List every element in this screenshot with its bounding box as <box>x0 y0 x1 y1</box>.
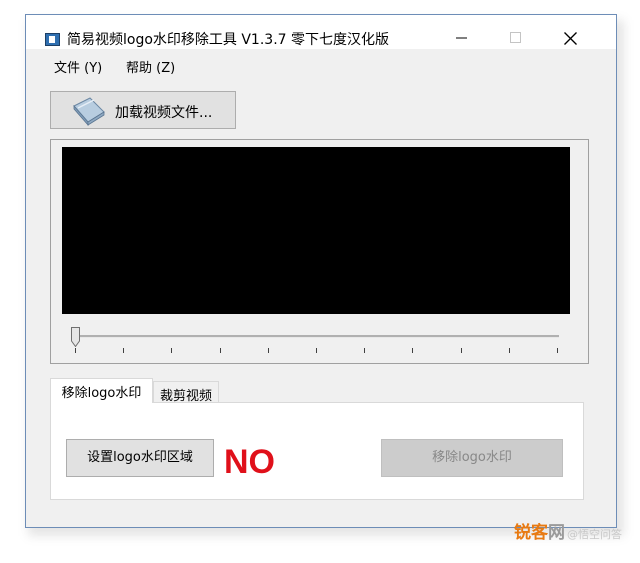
slider-tick <box>171 348 173 353</box>
close-button[interactable] <box>547 15 593 49</box>
slider-tick <box>557 348 558 353</box>
seek-slider-track[interactable] <box>73 335 559 338</box>
region-status-text: NO <box>224 443 275 481</box>
window-title: 简易视频logo水印移除工具 V1.3.7 零下七度汉化版 <box>67 32 390 48</box>
maximize-button[interactable] <box>493 15 539 49</box>
close-icon <box>564 32 577 45</box>
slider-tick <box>123 348 125 353</box>
remove-logo-button[interactable]: 移除logo水印 <box>381 439 563 477</box>
slider-tick <box>267 348 269 353</box>
watermark-part2: 网 <box>548 523 565 543</box>
slider-tick <box>508 348 510 353</box>
video-preview[interactable] <box>62 147 570 314</box>
menu-file[interactable]: 文件 (Y) <box>50 55 106 78</box>
watermark-part1: 锐客 <box>514 523 548 543</box>
title-bar[interactable]: 简易视频logo水印移除工具 V1.3.7 零下七度汉化版 <box>26 15 616 49</box>
load-video-button[interactable]: 加载视频文件... <box>50 91 236 129</box>
watermark-sub: @悟空问答 <box>567 528 622 541</box>
minimize-icon <box>456 37 467 39</box>
load-video-label: 加载视频文件... <box>115 105 213 121</box>
slider-tick <box>364 348 366 353</box>
slider-tick <box>460 348 462 353</box>
eraser-icon <box>73 97 105 126</box>
tab-crop-video[interactable]: 裁剪视频 <box>153 381 219 404</box>
menu-help[interactable]: 帮助 (Z) <box>122 55 179 78</box>
tab-remove-logo[interactable]: 移除logo水印 <box>50 378 153 403</box>
site-watermark: 锐客网 @悟空问答 <box>514 518 622 543</box>
app-window: 简易视频logo水印移除工具 V1.3.7 零下七度汉化版 文件 (Y) 帮助 … <box>25 14 617 528</box>
minimize-button[interactable] <box>439 15 485 49</box>
menu-bar: 文件 (Y) 帮助 (Z) <box>26 55 616 78</box>
slider-tick <box>75 348 76 353</box>
maximize-icon <box>510 32 521 43</box>
slider-tick <box>219 348 221 353</box>
set-logo-region-button[interactable]: 设置logo水印区域 <box>66 439 214 477</box>
app-icon <box>45 33 60 46</box>
slider-tick <box>412 348 414 353</box>
seek-slider-thumb[interactable] <box>71 327 80 347</box>
preview-frame <box>50 139 589 364</box>
slider-tick <box>316 348 317 353</box>
